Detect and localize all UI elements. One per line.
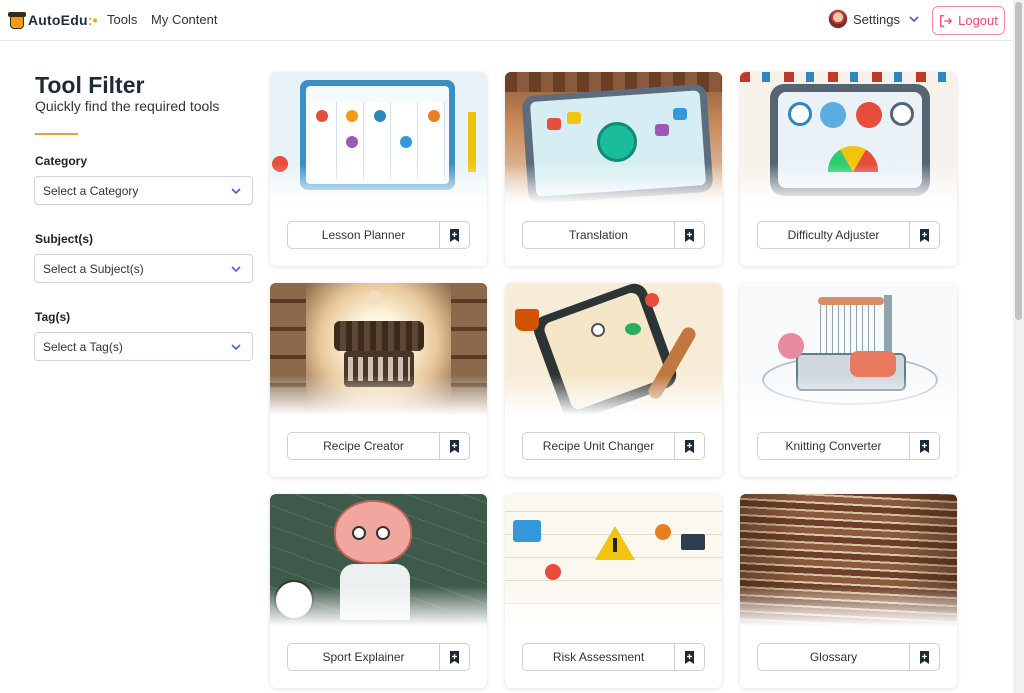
title-divider xyxy=(35,133,78,135)
settings-label: Settings xyxy=(853,11,900,27)
bookmark-button[interactable] xyxy=(675,433,704,459)
tool-open-button[interactable]: Sport Explainer xyxy=(288,644,440,670)
bookmark-button[interactable] xyxy=(440,433,469,459)
lesson-planner-illustration xyxy=(270,72,487,204)
sport-explainer-illustration xyxy=(270,494,487,626)
tool-card-lesson-planner[interactable]: Lesson Planner xyxy=(270,72,487,266)
logout-label: Logout xyxy=(958,13,998,28)
tool-card-actions: Knitting Converter xyxy=(757,432,940,460)
tool-card-actions: Risk Assessment xyxy=(522,643,705,671)
bookmark-button[interactable] xyxy=(910,222,939,248)
tool-card-difficulty-adjuster[interactable]: Difficulty Adjuster xyxy=(740,72,957,266)
brand-name: AutoEdu:• xyxy=(28,12,98,28)
tool-card-glossary[interactable]: Glossary xyxy=(740,494,957,688)
knitting-converter-illustration xyxy=(740,283,957,415)
tool-open-button[interactable]: Knitting Converter xyxy=(758,433,910,459)
tool-card-actions: Glossary xyxy=(757,643,940,671)
category-select[interactable]: Select a Category xyxy=(34,176,253,205)
tool-card-actions: Difficulty Adjuster xyxy=(757,221,940,249)
tool-open-button[interactable]: Recipe Unit Changer xyxy=(523,433,675,459)
filter-subtitle: Quickly find the required tools xyxy=(35,98,220,114)
tool-card-translation[interactable]: Translation xyxy=(505,72,722,266)
bookmark-button[interactable] xyxy=(910,433,939,459)
tool-open-button[interactable]: Recipe Creator xyxy=(288,433,440,459)
chevron-down-icon xyxy=(231,344,241,351)
subjects-placeholder: Select a Subject(s) xyxy=(43,261,144,276)
bookmark-icon xyxy=(450,650,459,664)
tags-placeholder: Select a Tag(s) xyxy=(43,339,123,354)
filter-title: Tool Filter xyxy=(35,72,145,98)
tool-card-knitting-converter[interactable]: Knitting Converter xyxy=(740,283,957,477)
logout-button[interactable]: Logout xyxy=(932,6,1005,35)
tool-card-actions: Translation xyxy=(522,221,705,249)
bookmark-button[interactable] xyxy=(440,644,469,670)
bookmark-icon xyxy=(920,650,929,664)
tool-card-actions: Sport Explainer xyxy=(287,643,470,671)
nav-link-tools[interactable]: Tools xyxy=(107,12,137,27)
logo-icon xyxy=(8,10,26,30)
tool-open-button[interactable]: Lesson Planner xyxy=(288,222,440,248)
bookmark-button[interactable] xyxy=(675,222,704,248)
top-navbar: AutoEdu:• Tools My Content Settings Logo… xyxy=(0,0,1013,41)
bookmark-icon xyxy=(685,228,694,242)
avatar xyxy=(828,9,848,29)
bookmark-icon xyxy=(920,228,929,242)
bookmark-icon xyxy=(685,650,694,664)
risk-assessment-illustration xyxy=(505,494,722,626)
nav-link-my-content[interactable]: My Content xyxy=(151,12,217,27)
subjects-label: Subject(s) xyxy=(35,232,94,246)
glossary-illustration xyxy=(740,494,957,626)
bookmark-icon xyxy=(450,439,459,453)
difficulty-adjuster-illustration xyxy=(740,72,957,204)
recipe-unit-changer-illustration xyxy=(505,283,722,415)
chevron-down-icon xyxy=(231,188,241,195)
translation-illustration xyxy=(505,72,722,204)
tool-card-actions: Lesson Planner xyxy=(287,221,470,249)
bookmark-button[interactable] xyxy=(440,222,469,248)
recipe-creator-illustration xyxy=(270,283,487,415)
tool-open-button[interactable]: Difficulty Adjuster xyxy=(758,222,910,248)
tool-open-button[interactable]: Translation xyxy=(523,222,675,248)
bookmark-icon xyxy=(920,439,929,453)
tags-select[interactable]: Select a Tag(s) xyxy=(34,332,253,361)
bookmark-button[interactable] xyxy=(910,644,939,670)
bookmark-button[interactable] xyxy=(675,644,704,670)
bookmark-icon xyxy=(685,439,694,453)
tool-card-actions: Recipe Unit Changer xyxy=(522,432,705,460)
logout-icon xyxy=(940,14,953,27)
category-label: Category xyxy=(35,154,88,168)
tool-card-recipe-unit-changer[interactable]: Recipe Unit Changer xyxy=(505,283,722,477)
bookmark-icon xyxy=(450,228,459,242)
category-placeholder: Select a Category xyxy=(43,183,139,198)
tool-card-risk-assessment[interactable]: Risk Assessment xyxy=(505,494,722,688)
chevron-down-icon xyxy=(231,266,241,273)
page-scrollbar[interactable] xyxy=(1013,0,1024,693)
tool-card-sport-explainer[interactable]: Sport Explainer xyxy=(270,494,487,688)
tool-card-recipe-creator[interactable]: Recipe Creator xyxy=(270,283,487,477)
scrollbar-thumb[interactable] xyxy=(1015,2,1022,320)
tags-label: Tag(s) xyxy=(35,310,71,324)
tool-open-button[interactable]: Glossary xyxy=(758,644,910,670)
brand-logo[interactable]: AutoEdu:• xyxy=(8,9,98,31)
subjects-select[interactable]: Select a Subject(s) xyxy=(34,254,253,283)
settings-dropdown[interactable]: Settings xyxy=(828,9,920,29)
tool-card-actions: Recipe Creator xyxy=(287,432,470,460)
tool-open-button[interactable]: Risk Assessment xyxy=(523,644,675,670)
chevron-down-icon xyxy=(909,16,919,23)
